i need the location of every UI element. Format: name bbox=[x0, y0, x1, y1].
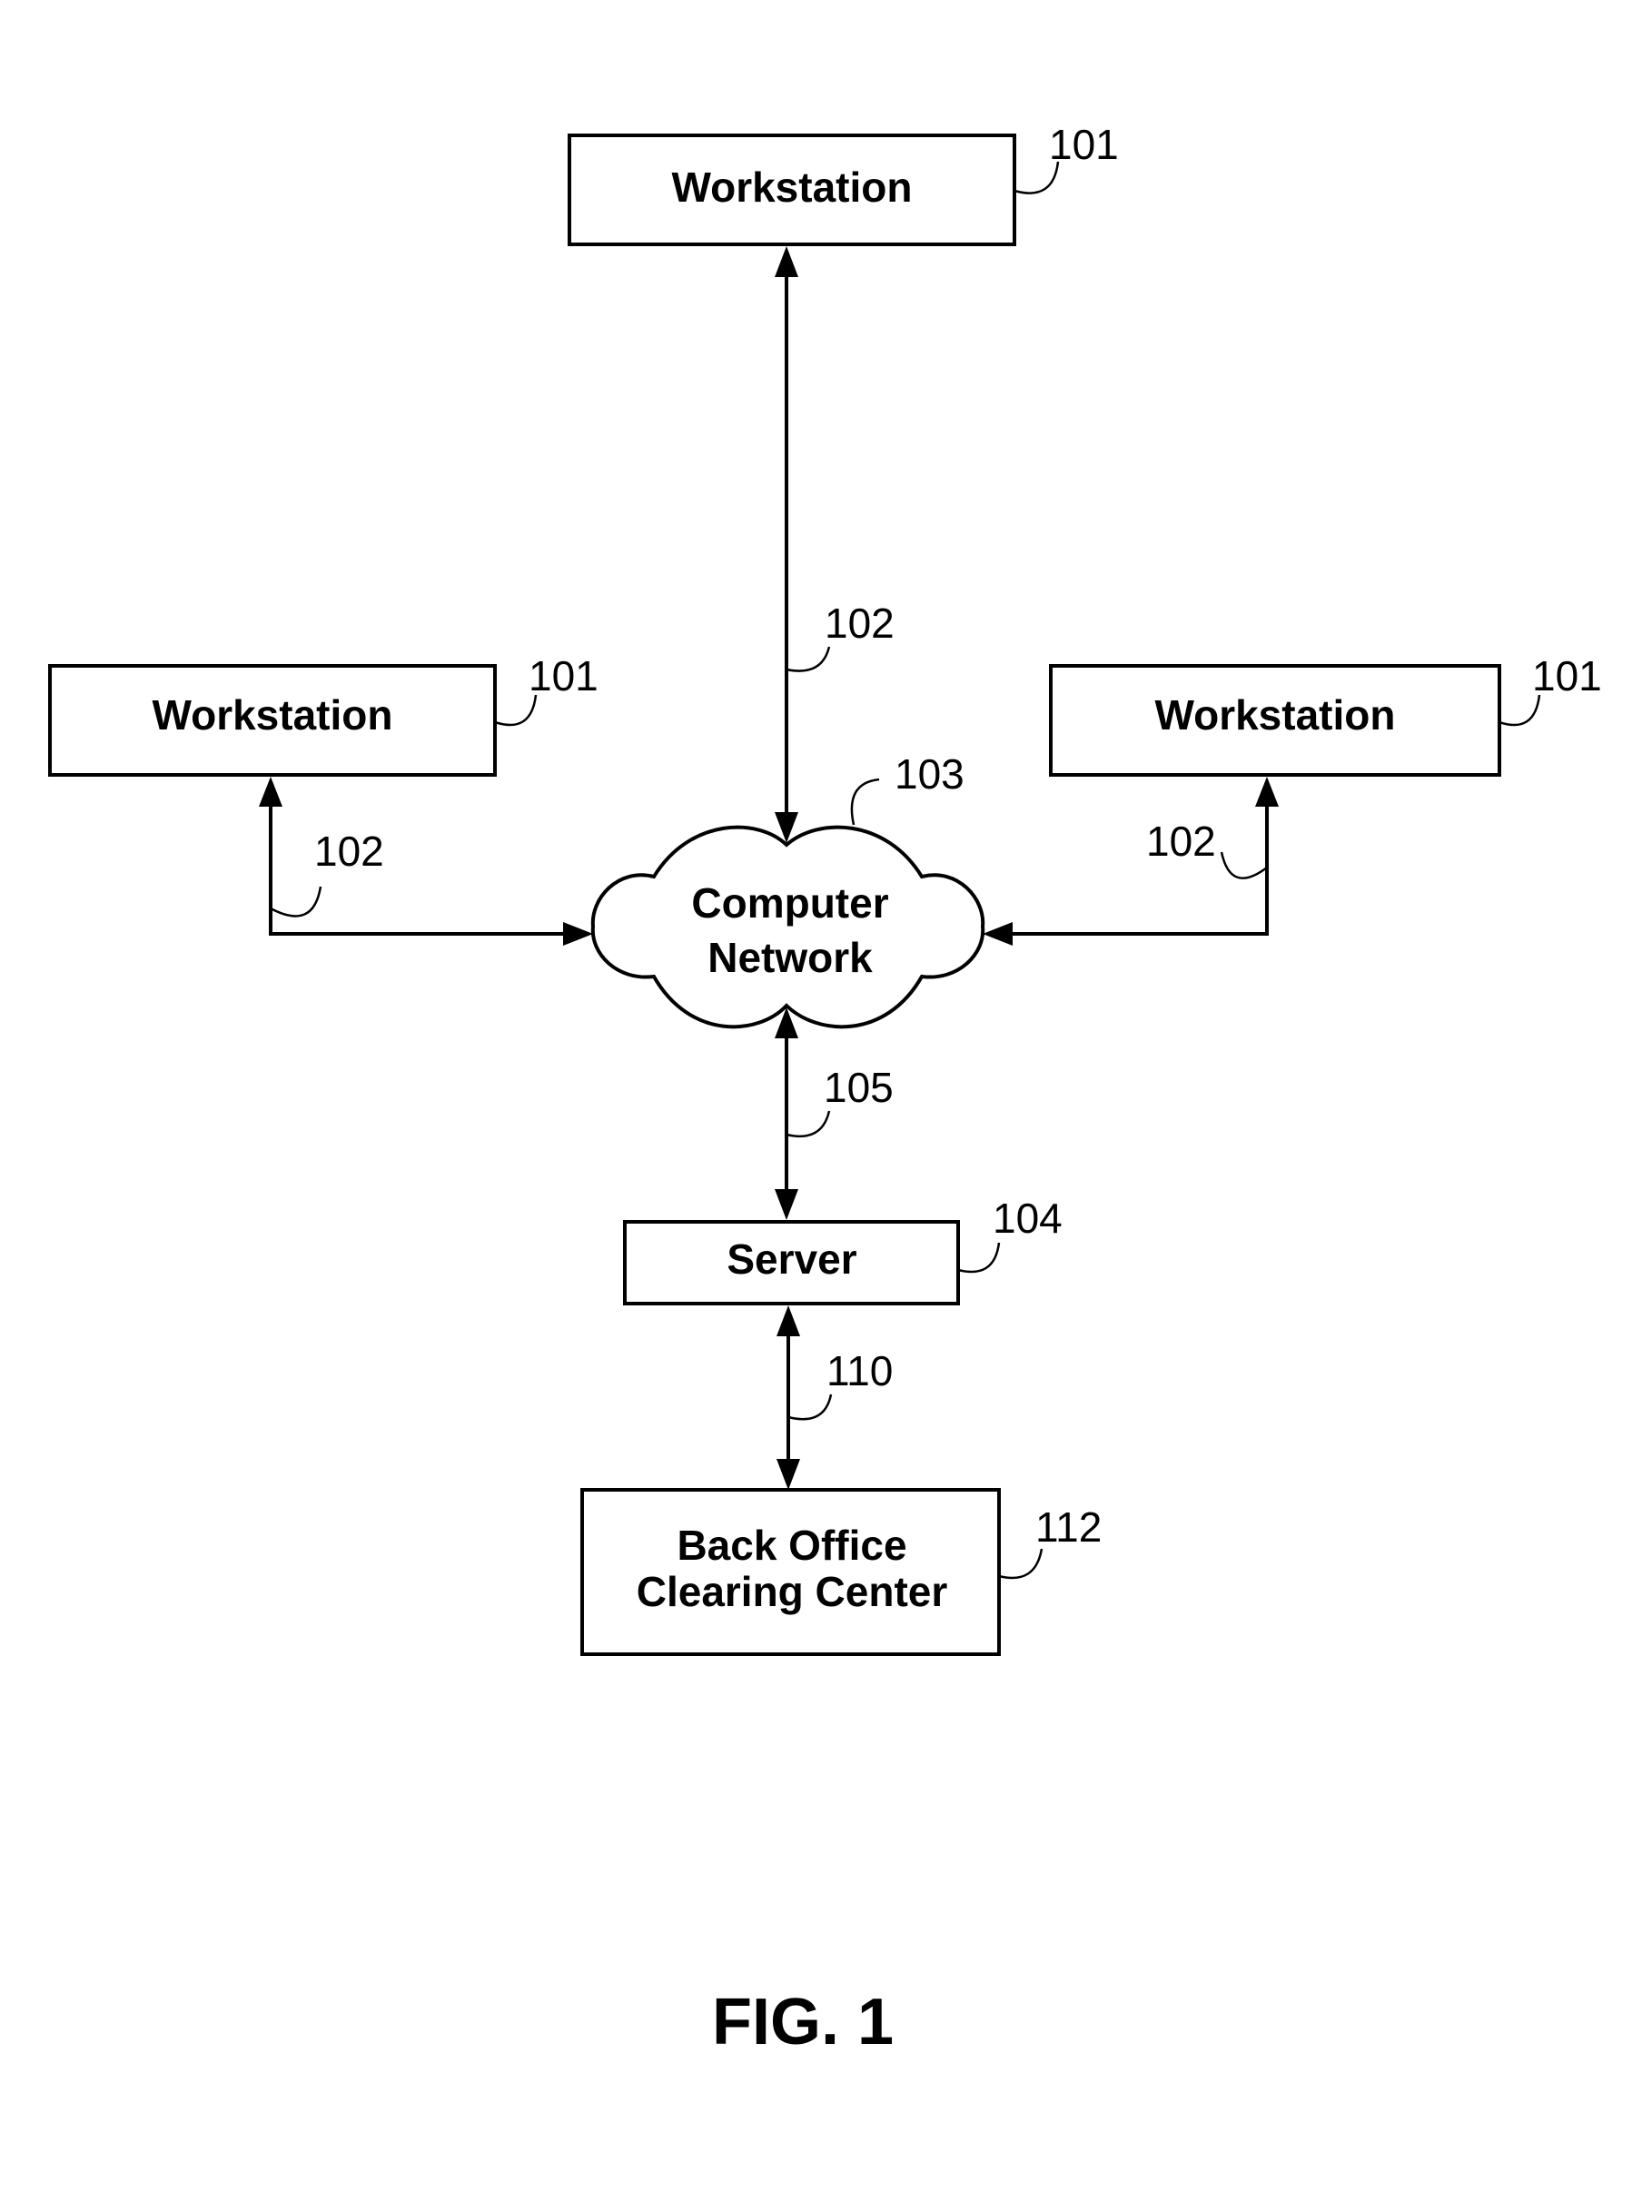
arrowhead-down-icon bbox=[775, 1189, 798, 1220]
arrowhead-right-icon bbox=[563, 922, 593, 946]
network-leader bbox=[850, 778, 880, 826]
workstation-left-label: Workstation bbox=[153, 691, 393, 739]
left-link-ref: 102 bbox=[314, 828, 384, 875]
server-label: Server bbox=[727, 1235, 856, 1283]
arrowhead-up-icon bbox=[259, 777, 282, 807]
right-link-leader bbox=[1220, 851, 1268, 879]
back-office-label-line2: Clearing Center bbox=[637, 1568, 948, 1615]
server-leader bbox=[957, 1242, 1001, 1274]
server-backoffice-ref: 110 bbox=[826, 1347, 893, 1394]
top-link-ref: 102 bbox=[825, 600, 895, 647]
back-office-ref: 112 bbox=[1035, 1503, 1102, 1551]
workstation-right-ref: 101 bbox=[1532, 652, 1602, 699]
arrowhead-up-icon bbox=[1255, 777, 1279, 807]
network-ref: 103 bbox=[895, 750, 964, 798]
workstation-top: Workstation 101 bbox=[568, 121, 1119, 246]
left-link-leader bbox=[270, 886, 322, 918]
workstation-top-ref: 101 bbox=[1049, 121, 1119, 168]
workstation-left-ref: 101 bbox=[529, 652, 598, 699]
top-link-leader bbox=[786, 646, 831, 672]
workstation-right-label: Workstation bbox=[1155, 691, 1396, 739]
arrowhead-down-icon bbox=[777, 1459, 800, 1490]
arrowhead-up-icon bbox=[777, 1305, 800, 1336]
right-link-line bbox=[1011, 802, 1269, 936]
network-server-leader bbox=[786, 1110, 831, 1138]
arrowhead-up-icon bbox=[775, 246, 798, 277]
left-link: 102 bbox=[259, 777, 593, 946]
top-link: 102 bbox=[775, 246, 895, 843]
workstation-left: Workstation 101 bbox=[48, 652, 598, 777]
network-server-link: 105 bbox=[775, 1007, 894, 1220]
server-backoffice-link: 110 bbox=[777, 1305, 893, 1490]
network-cloud-shape bbox=[590, 825, 985, 1029]
back-office-label-line1: Back Office bbox=[677, 1522, 906, 1569]
server: Server 104 bbox=[623, 1195, 1063, 1305]
right-link: 102 bbox=[983, 777, 1279, 946]
back-office-leader bbox=[998, 1548, 1044, 1580]
server-backoffice-leader bbox=[787, 1394, 833, 1421]
network-server-ref: 105 bbox=[824, 1064, 894, 1111]
back-office-clearing-center: Back Office Clearing Center 112 bbox=[580, 1488, 1102, 1656]
server-ref: 104 bbox=[993, 1195, 1063, 1242]
arrowhead-left-icon bbox=[983, 922, 1013, 946]
right-link-ref: 102 bbox=[1146, 818, 1216, 865]
network-label-line2: Network bbox=[707, 934, 873, 981]
workstation-top-label: Workstation bbox=[672, 164, 913, 211]
system-diagram: Workstation 101 Workstation 101 Workstat… bbox=[48, 121, 1602, 2058]
network-label-line1: Computer bbox=[691, 879, 888, 927]
figure-label: FIG. 1 bbox=[712, 1986, 894, 2058]
workstation-right: Workstation 101 bbox=[1049, 652, 1602, 777]
